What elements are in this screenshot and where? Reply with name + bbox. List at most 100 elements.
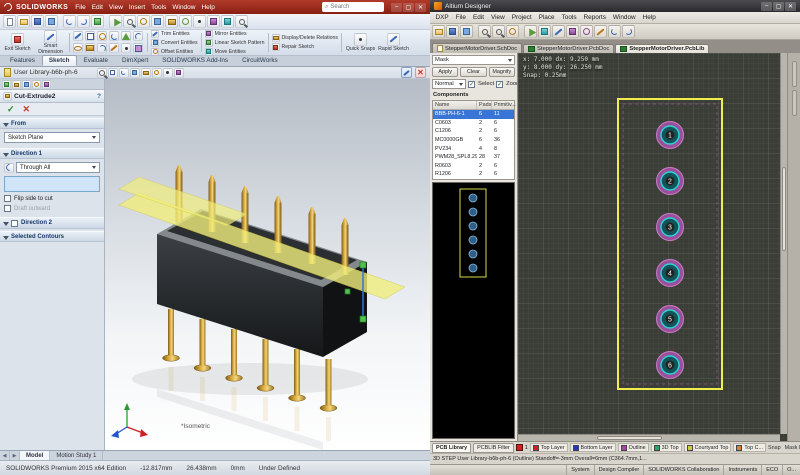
menu-insert[interactable]: Insert xyxy=(126,4,148,11)
right-panel-strip[interactable] xyxy=(787,53,800,441)
search-input[interactable]: ⌕ Search xyxy=(322,2,384,12)
property-manager-tab-icon[interactable] xyxy=(12,80,21,89)
view-settings-icon[interactable] xyxy=(221,15,234,28)
mode-select[interactable]: Normal xyxy=(432,79,466,89)
connector-body[interactable] xyxy=(157,209,367,357)
menu-dxp[interactable]: DXP xyxy=(432,14,452,21)
table-row[interactable]: MC0000GB636 xyxy=(433,136,514,145)
layer-tab-top[interactable]: Top Layer xyxy=(530,443,568,452)
doc-tab-pcbdoc[interactable]: StepperMotorDriver.PcbDoc xyxy=(523,44,614,53)
snap-button[interactable]: Snap xyxy=(768,445,781,451)
vertical-scrollbar[interactable] xyxy=(780,53,787,434)
undo-icon[interactable] xyxy=(63,15,76,28)
smart-dimension-button[interactable]: Smart Dimension xyxy=(35,31,66,54)
menu-file[interactable]: File xyxy=(72,4,88,11)
pad-1[interactable]: 1 xyxy=(657,122,684,149)
zoom-fit-icon[interactable] xyxy=(506,25,519,38)
section-selected-contours-header[interactable]: Selected Contours xyxy=(0,231,104,242)
ok-button[interactable]: ✓ xyxy=(7,104,15,115)
new-icon[interactable] xyxy=(3,15,16,28)
close-button[interactable]: ✕ xyxy=(415,3,426,12)
cancel-button[interactable]: ✕ xyxy=(23,104,31,115)
spline-icon[interactable] xyxy=(133,31,143,41)
tab-scroll-right-icon[interactable]: ▶ xyxy=(10,451,20,460)
checkbox-icon[interactable] xyxy=(11,220,18,227)
table-row[interactable]: C060326 xyxy=(433,119,514,128)
view-orientation-icon[interactable] xyxy=(141,68,151,78)
redo-icon[interactable] xyxy=(77,15,90,28)
end-condition-select[interactable]: Through All xyxy=(16,162,100,173)
selection-filter-icon[interactable] xyxy=(123,15,136,28)
menu-tools[interactable]: Tools xyxy=(148,4,169,11)
table-row[interactable]: C120626 xyxy=(433,127,514,136)
previous-view-icon[interactable] xyxy=(119,68,129,78)
text-icon[interactable] xyxy=(133,43,143,53)
print-icon[interactable] xyxy=(460,25,473,38)
menu-view[interactable]: View xyxy=(106,4,126,11)
minimize-button[interactable]: – xyxy=(761,2,772,11)
clear-button[interactable]: Clear xyxy=(460,67,486,77)
tab-dimxpert[interactable]: DimXpert xyxy=(115,55,155,66)
minimize-button[interactable]: – xyxy=(391,3,402,12)
flip-side-checkbox-row[interactable]: Flip side to cut xyxy=(4,195,100,202)
rapid-sketch-button[interactable]: Rapid Sketch xyxy=(378,31,409,54)
graphics-viewport[interactable]: *Isometric xyxy=(105,79,430,450)
menu-edit[interactable]: Edit xyxy=(469,14,487,21)
from-plane-select[interactable]: Sketch Plane xyxy=(4,132,100,143)
line-icon[interactable] xyxy=(73,31,83,41)
pad-3[interactable]: 3 xyxy=(657,214,684,241)
menu-tools[interactable]: Tools xyxy=(558,14,580,21)
confirm-sketch-icon[interactable] xyxy=(401,67,412,78)
direction-reference-box[interactable] xyxy=(4,176,100,192)
zoom-in-icon[interactable] xyxy=(478,25,491,38)
quick-snaps-button[interactable]: Quick Snaps xyxy=(345,31,376,54)
section-direction1-header[interactable]: Direction 1 xyxy=(0,148,104,159)
tab-motion-study[interactable]: Motion Study 1 xyxy=(50,451,103,460)
more-panels-button[interactable]: O... xyxy=(782,465,800,475)
pad-2[interactable]: 2 xyxy=(657,168,684,195)
reverse-direction-icon[interactable] xyxy=(4,163,14,173)
cancel-sketch-icon[interactable]: ✕ xyxy=(415,67,426,78)
menu-window[interactable]: Window xyxy=(169,4,198,11)
measure-icon[interactable] xyxy=(594,25,607,38)
point-icon[interactable] xyxy=(121,43,131,53)
save-icon[interactable] xyxy=(31,15,44,28)
select-checkbox[interactable]: ✓Select xyxy=(468,81,494,88)
pad-4[interactable]: 4 xyxy=(657,260,684,287)
tab-features[interactable]: Features xyxy=(3,55,42,66)
close-button[interactable]: ✕ xyxy=(785,2,796,11)
apply-button[interactable]: Apply xyxy=(432,67,458,77)
zoom-fit-icon[interactable] xyxy=(137,15,150,28)
table-row[interactable]: R120626 xyxy=(433,170,514,179)
convert-entities-button[interactable]: Convert Entities xyxy=(151,39,198,47)
save-icon[interactable] xyxy=(446,25,459,38)
doc-tab-schematic[interactable]: StepperMotorDriver.SchDoc xyxy=(432,43,522,53)
panel-tab-pcb-library[interactable]: PCB Library xyxy=(432,443,471,453)
mask-level-button[interactable]: Mask Level xyxy=(785,445,800,451)
pad-5[interactable]: 5 xyxy=(657,306,684,333)
help-icon[interactable]: ? xyxy=(97,93,101,100)
table-row[interactable]: PV23448 xyxy=(433,144,514,153)
linear-pattern-button[interactable]: Linear Sketch Pattern xyxy=(205,39,265,47)
menu-help[interactable]: Help xyxy=(198,4,217,11)
maximize-button[interactable]: ▢ xyxy=(403,3,414,12)
draft-checkbox-row[interactable]: Draft outward xyxy=(4,205,100,212)
zoom-fit-icon[interactable] xyxy=(97,68,107,78)
table-header[interactable]: Name Pads Primitiv... xyxy=(433,101,514,110)
col-pads[interactable]: Pads xyxy=(477,101,492,109)
chamfer-icon[interactable] xyxy=(109,43,119,53)
trim-entities-button[interactable]: Trim Entities xyxy=(151,30,198,38)
print-icon[interactable] xyxy=(45,15,58,28)
maximize-button[interactable]: ▢ xyxy=(773,2,784,11)
menu-project[interactable]: Project xyxy=(508,14,535,21)
menu-window[interactable]: Window xyxy=(609,14,639,21)
menu-help[interactable]: Help xyxy=(639,14,659,21)
solidworks-collaboration-button[interactable]: SOLIDWORKS Collaboration xyxy=(643,465,723,475)
menu-place[interactable]: Place xyxy=(535,14,558,21)
circle-icon[interactable] xyxy=(97,31,107,41)
ellipse-icon[interactable] xyxy=(73,43,83,53)
section-view-icon[interactable] xyxy=(151,15,164,28)
edit-appearance-icon[interactable] xyxy=(207,15,220,28)
mirror-entities-button[interactable]: Mirror Entities xyxy=(205,30,265,38)
dimxpert-tab-icon[interactable] xyxy=(32,80,41,89)
